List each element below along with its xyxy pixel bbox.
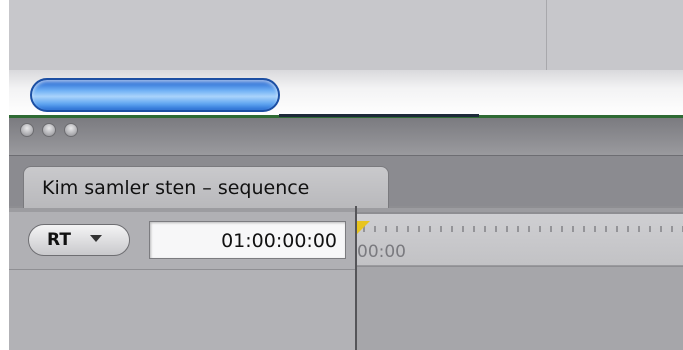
viewer-divider [546, 0, 547, 74]
rt-popup-button[interactable]: RT [28, 224, 130, 256]
zoom-icon[interactable] [64, 123, 78, 137]
chevron-down-icon [90, 235, 102, 242]
tab-sequence[interactable]: Kim samler sten – sequence [23, 166, 389, 210]
tab-sequence-label: Kim samler sten – sequence [42, 177, 310, 199]
viewer-window [9, 0, 683, 120]
app-screen: Kim samler sten – sequence RT 01:00:00:0… [0, 0, 683, 350]
rt-label: RT [47, 230, 71, 250]
close-icon[interactable] [20, 123, 34, 137]
scroll-thumb[interactable] [30, 78, 280, 112]
viewer-bottom-accent [279, 114, 479, 117]
ruler-ticks [363, 226, 683, 232]
playhead-icon[interactable] [357, 221, 370, 234]
minimize-icon[interactable] [42, 123, 56, 137]
timecode-value: 01:00:00:00 [221, 230, 337, 252]
timecode-field[interactable]: 01:00:00:00 [149, 221, 346, 259]
window-titlebar[interactable] [9, 118, 683, 156]
ruler-time-label: 00:00 [357, 242, 406, 262]
timeline-window: Kim samler sten – sequence RT 01:00:00:0… [9, 118, 683, 350]
window-right-edge [673, 156, 683, 350]
track-area[interactable] [357, 267, 683, 350]
